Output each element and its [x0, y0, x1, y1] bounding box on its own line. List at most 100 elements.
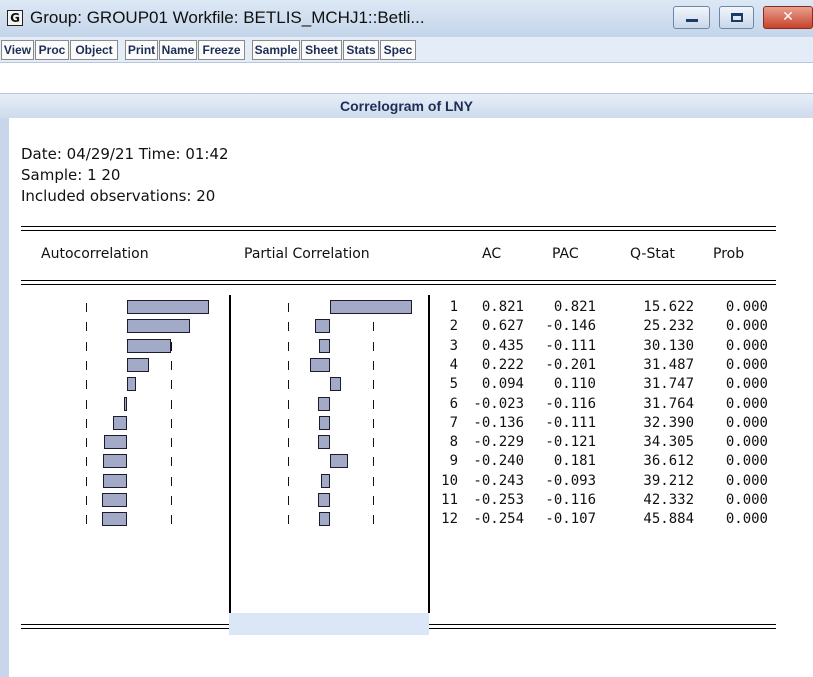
prob-header: Prob — [713, 246, 745, 262]
ac-bar — [127, 377, 137, 391]
object-button[interactable]: Object — [70, 40, 118, 60]
pac-bar — [318, 339, 330, 353]
proc-button[interactable]: Proc — [35, 40, 69, 60]
ac-bar — [127, 358, 150, 372]
toolbar: View Proc Object Print Name Freeze Sampl… — [0, 37, 813, 63]
date-line: Date: 04/29/21 Time: 01:42 — [21, 145, 229, 163]
maximize-button[interactable] — [719, 6, 754, 29]
freeze-button[interactable]: Freeze — [198, 40, 245, 60]
top-rule — [21, 230, 776, 231]
pac-value: -0.111 — [545, 338, 596, 354]
ac-value: 0.627 — [481, 318, 524, 334]
stats-button[interactable]: Stats — [343, 40, 379, 60]
prob-value: 0.000 — [725, 299, 768, 315]
minimize-button[interactable] — [673, 6, 710, 29]
bound-tick — [373, 419, 374, 428]
column-separator — [428, 295, 430, 613]
pac-value: -0.111 — [545, 415, 596, 431]
bound-tick — [171, 380, 172, 389]
ac-bar — [127, 339, 171, 353]
lag-value: 7 — [449, 415, 458, 431]
bound-tick — [86, 515, 87, 524]
pac-bar — [317, 435, 330, 449]
bound-tick — [288, 515, 289, 524]
lag-value: 12 — [441, 511, 458, 527]
ac-bar — [124, 397, 127, 411]
qstat-value: 30.130 — [643, 338, 694, 354]
bound-tick — [86, 477, 87, 486]
report-title: Correlogram of LNY — [339, 98, 473, 114]
qstat-value: 31.764 — [643, 396, 694, 412]
pac-bar — [309, 358, 330, 372]
ac-value: -0.023 — [473, 396, 524, 412]
pac-bar — [318, 397, 330, 411]
bound-tick — [288, 438, 289, 447]
bound-tick — [171, 342, 172, 351]
sample-button[interactable]: Sample — [252, 40, 300, 60]
bound-tick — [171, 457, 172, 466]
qstat-value: 36.612 — [643, 453, 694, 469]
prob-value: 0.000 — [725, 453, 768, 469]
pac-bar — [319, 512, 330, 526]
prob-value: 0.000 — [725, 376, 768, 392]
ac-bar — [101, 493, 127, 507]
qstat-value: 32.390 — [643, 415, 694, 431]
minimize-icon — [686, 19, 698, 22]
bound-tick — [288, 342, 289, 351]
lag-value: 1 — [449, 299, 458, 315]
bound-tick — [171, 400, 172, 409]
partial-correlation-header: Partial Correlation — [244, 246, 370, 262]
bound-tick — [288, 322, 289, 331]
pac-value: 0.821 — [553, 299, 596, 315]
prob-value: 0.000 — [725, 318, 768, 334]
ac-bar — [113, 416, 127, 430]
bound-tick — [288, 496, 289, 505]
bound-tick — [86, 457, 87, 466]
bound-tick — [171, 438, 172, 447]
ac-value: 0.435 — [481, 338, 524, 354]
pac-value: 0.181 — [553, 453, 596, 469]
bound-tick — [373, 400, 374, 409]
ac-value: -0.229 — [473, 434, 524, 450]
lag-value: 5 — [449, 376, 458, 392]
view-button[interactable]: View — [1, 40, 34, 60]
pac-bar — [318, 493, 330, 507]
ac-bar — [101, 512, 127, 526]
lag-value: 10 — [441, 473, 458, 489]
pac-bar — [330, 300, 413, 314]
ac-bar — [102, 474, 127, 488]
spec-button[interactable]: Spec — [380, 40, 416, 60]
observations-line: Included observations: 20 — [21, 187, 216, 205]
group-icon: G — [7, 10, 23, 26]
close-button[interactable]: ✕ — [763, 6, 813, 29]
qstat-header: Q-Stat — [630, 246, 675, 262]
bound-tick — [288, 457, 289, 466]
bound-tick — [288, 400, 289, 409]
pac-bar — [318, 416, 330, 430]
bound-tick — [171, 361, 172, 370]
bound-tick — [171, 496, 172, 505]
print-button[interactable]: Print — [125, 40, 158, 60]
bound-tick — [86, 303, 87, 312]
ac-bar — [127, 319, 190, 333]
lag-value: 8 — [449, 434, 458, 450]
pac-header: PAC — [552, 246, 579, 262]
bound-tick — [171, 419, 172, 428]
lag-value: 6 — [449, 396, 458, 412]
sheet-button[interactable]: Sheet — [301, 40, 342, 60]
prob-value: 0.000 — [725, 434, 768, 450]
ac-bar — [103, 454, 127, 468]
name-button[interactable]: Name — [159, 40, 197, 60]
close-icon: ✕ — [782, 9, 794, 25]
prob-value: 0.000 — [725, 415, 768, 431]
ac-value: 0.821 — [481, 299, 524, 315]
pac-bar — [330, 454, 349, 468]
pac-value: -0.116 — [545, 396, 596, 412]
bound-tick — [86, 496, 87, 505]
qstat-value: 15.622 — [643, 299, 694, 315]
bound-tick — [288, 303, 289, 312]
qstat-value: 25.232 — [643, 318, 694, 334]
bound-tick — [86, 361, 87, 370]
pac-bar — [330, 377, 341, 391]
qstat-value: 31.747 — [643, 376, 694, 392]
